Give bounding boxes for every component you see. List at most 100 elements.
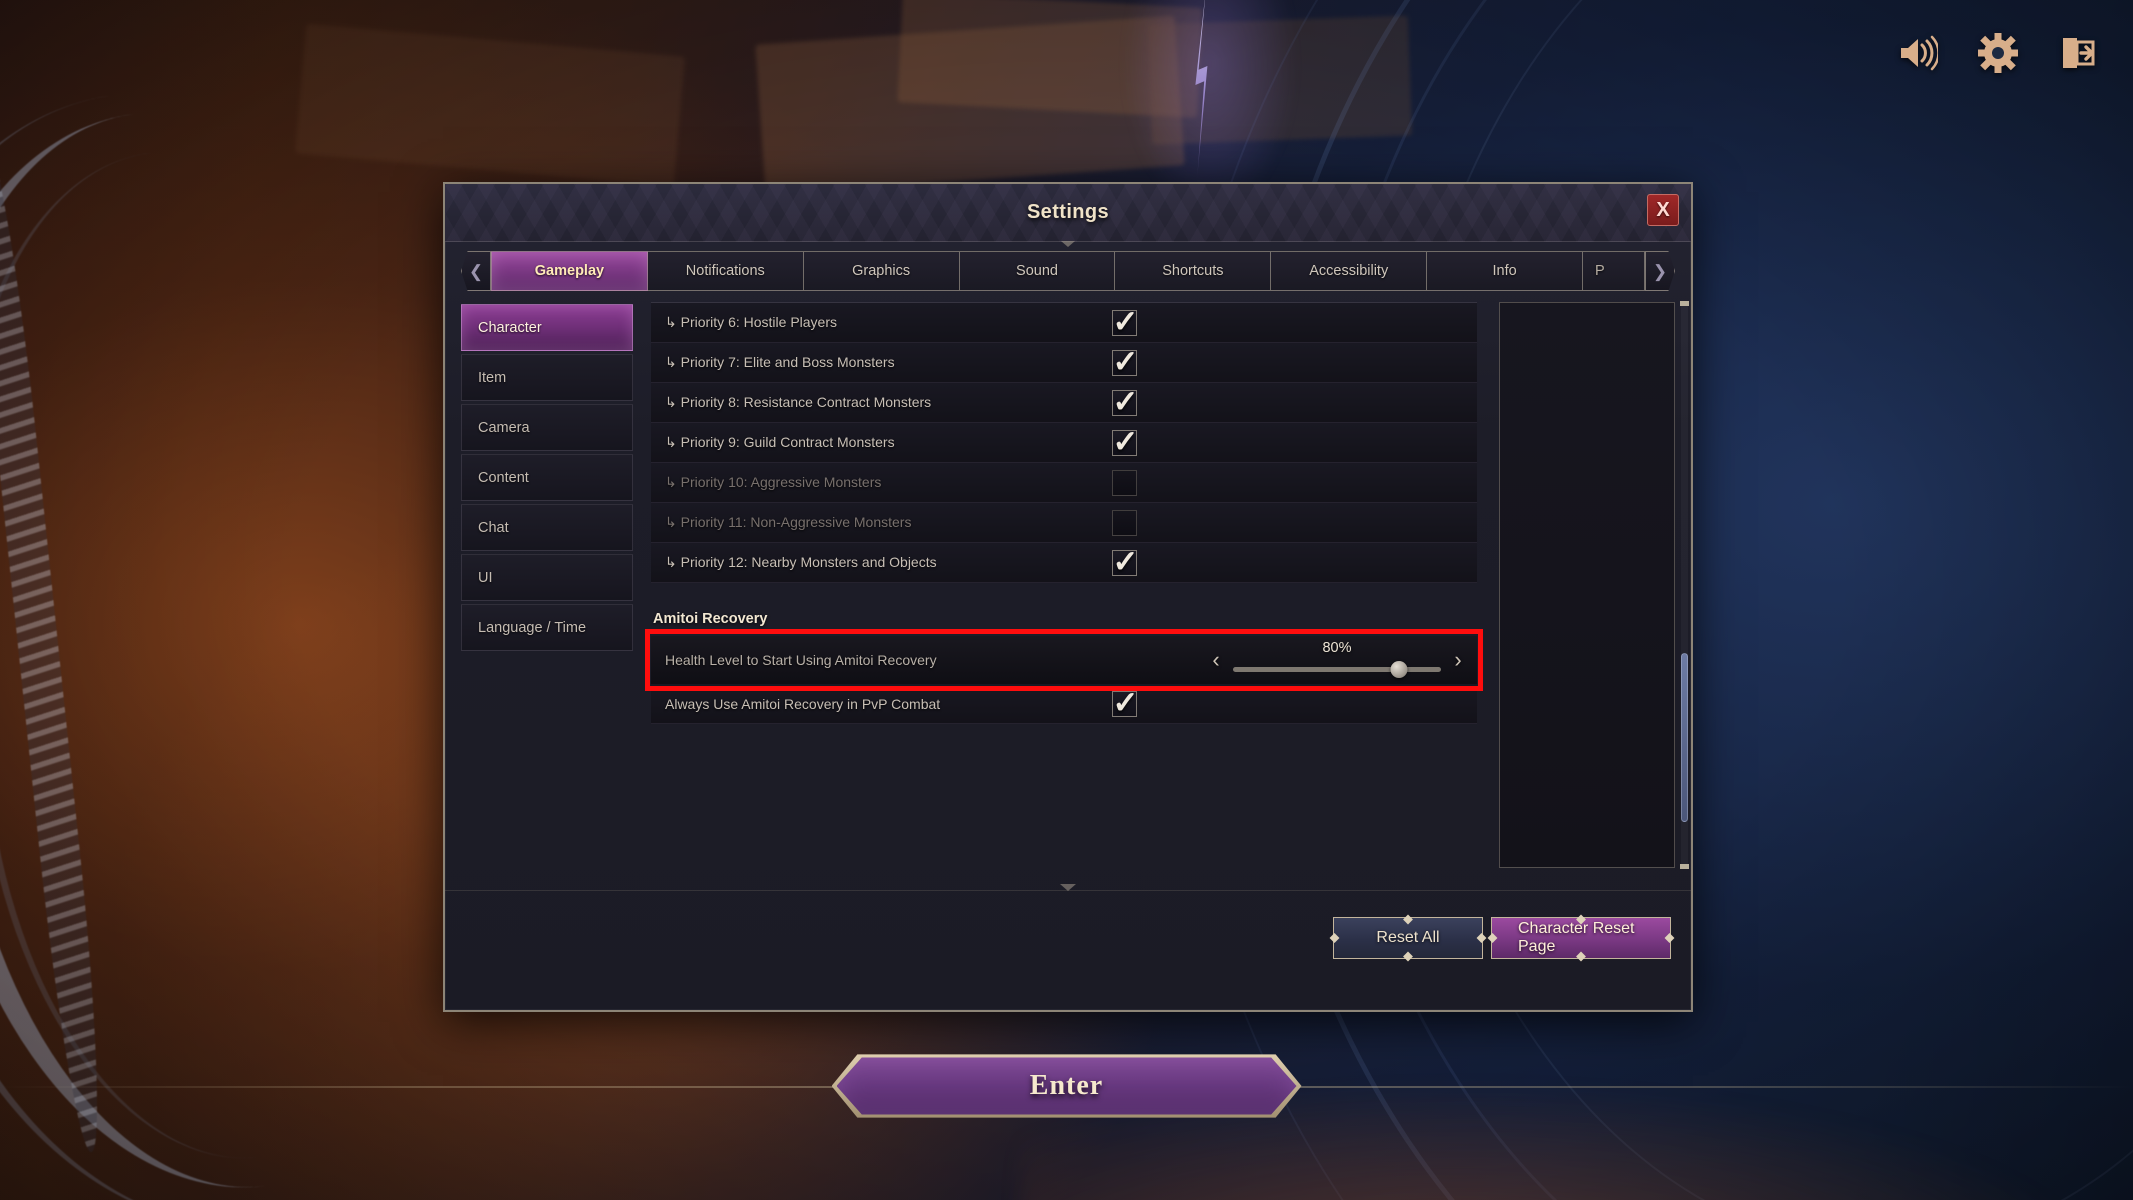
sidebar-item-label: UI: [478, 569, 493, 586]
sidebar-item-label: Content: [478, 469, 529, 486]
amitoi-health-value: 80%: [1322, 640, 1352, 656]
sidebar-item-item[interactable]: Item: [461, 354, 633, 401]
reset-all-label: Reset All: [1376, 928, 1440, 946]
tab-sound[interactable]: Sound: [959, 251, 1116, 291]
option-checkbox[interactable]: ✓: [1112, 424, 1138, 458]
tab-notifications[interactable]: Notifications: [647, 251, 804, 291]
tab-label: P: [1595, 263, 1605, 279]
character-reset-page-button[interactable]: Character Reset Page: [1487, 914, 1675, 961]
amitoi-section-title: Amitoi Recovery: [653, 611, 768, 627]
dialog-body: Character Item Camera Content Chat UI Language…: [445, 294, 1691, 869]
slider-track[interactable]: [1233, 667, 1441, 672]
option-label: ↳ Priority 7: Elite and Boss Monsters: [665, 354, 895, 370]
amitoi-health-slider[interactable]: 80%: [1233, 640, 1441, 679]
option-checkbox[interactable]: [1112, 509, 1137, 536]
amitoi-health-slider-row: Health Level to Start Using Amitoi Recov…: [651, 636, 1477, 684]
option-checkbox[interactable]: ✓: [1112, 544, 1138, 578]
tab-label: Graphics: [852, 263, 911, 279]
checkmark-icon: ✓: [1112, 303, 1139, 339]
exit-game-icon[interactable]: [2055, 30, 2101, 76]
tab-label: Gameplay: [534, 263, 605, 279]
sidebar-item-ui[interactable]: UI: [461, 554, 633, 601]
close-icon[interactable]: X: [1647, 194, 1679, 226]
chevron-left-icon: ❮: [468, 261, 484, 281]
sidebar-item-label: Chat: [478, 519, 509, 536]
sidebar-item-camera[interactable]: Camera: [461, 404, 633, 451]
table-row: ↳ Priority 12: Nearby Monsters and Objec…: [651, 543, 1477, 583]
description-panel: [1499, 301, 1689, 869]
option-label: ↳ Priority 9: Guild Contract Monsters: [665, 434, 895, 450]
amitoi-pvp-checkbox[interactable]: ✓: [1112, 685, 1138, 719]
table-row: ↳ Priority 8: Resistance Contract Monste…: [651, 383, 1477, 423]
tab-bar: ❮ Gameplay Notifications Graphics Sound Shor…: [445, 242, 1691, 294]
option-label: ↳ Priority 8: Resistance Contract Monste…: [665, 394, 932, 410]
content-scrollbar[interactable]: [1680, 301, 1689, 869]
tab-gameplay[interactable]: Gameplay: [491, 251, 648, 291]
option-checkbox[interactable]: ✓: [1112, 344, 1138, 378]
amitoi-health-slider-label: Health Level to Start Using Amitoi Recov…: [665, 652, 937, 668]
tab-label: Shortcuts: [1162, 263, 1224, 279]
increase-button[interactable]: ›: [1445, 643, 1471, 677]
system-icon-bar: [1895, 30, 2101, 76]
tab-list: Gameplay Notifications Graphics Sound Shortc…: [491, 251, 1645, 291]
decrease-button[interactable]: ‹: [1203, 643, 1229, 677]
checkmark-icon: ✓: [1112, 343, 1139, 379]
dialog-title-bar: Settings X: [445, 184, 1691, 247]
table-row: ↳ Priority 11: Non-Aggressive Monsters: [651, 503, 1477, 543]
option-checkbox[interactable]: ✓: [1112, 304, 1138, 338]
tab-scroll-right-button[interactable]: ❯: [1645, 251, 1675, 291]
dialog-footer: Reset All Character Reset Page: [445, 884, 1691, 1010]
tab-label: Sound: [1016, 263, 1058, 279]
option-checkbox[interactable]: [1112, 469, 1137, 496]
scrollbar-thumb[interactable]: [1681, 652, 1688, 822]
amitoi-pvp-row: Always Use Amitoi Recovery in PvP Combat…: [651, 684, 1477, 724]
dialog-title: Settings: [1026, 201, 1110, 223]
enter-button[interactable]: Enter: [831, 1050, 1302, 1122]
tab-label: Accessibility: [1309, 263, 1389, 279]
slider-knob[interactable]: [1390, 661, 1408, 678]
amitoi-health-slider-group: Health Level to Start Using Amitoi Recov…: [645, 629, 1483, 691]
tab-p[interactable]: P: [1583, 251, 1645, 291]
reset-all-button[interactable]: Reset All: [1329, 914, 1487, 961]
option-label: ↳ Priority 10: Aggressive Monsters: [665, 474, 882, 490]
settings-content: ↳ Priority 6: Hostile Players ✓ ↳ Priority…: [633, 302, 1489, 868]
table-row: ↳ Priority 10: Aggressive Monsters: [651, 463, 1477, 503]
tab-accessibility[interactable]: Accessibility: [1271, 251, 1428, 291]
volume-icon[interactable]: [1895, 30, 1941, 76]
sidebar-item-language-time[interactable]: Language / Time: [461, 604, 633, 651]
table-row: ↳ Priority 7: Elite and Boss Monsters ✓: [651, 343, 1477, 383]
option-label: ↳ Priority 11: Non-Aggressive Monsters: [665, 514, 912, 530]
table-row: ↳ Priority 6: Hostile Players ✓: [651, 303, 1477, 343]
option-label: ↳ Priority 12: Nearby Monsters and Objec…: [665, 554, 937, 570]
tab-info[interactable]: Info: [1427, 251, 1584, 291]
tab-graphics[interactable]: Graphics: [803, 251, 960, 291]
amitoi-health-stepper: ‹ 80% ›: [1203, 640, 1477, 679]
checkmark-icon: ✓: [1112, 423, 1139, 459]
tab-shortcuts[interactable]: Shortcuts: [1115, 251, 1272, 291]
sidebar-item-chat[interactable]: Chat: [461, 504, 633, 551]
settings-sidebar: Character Item Camera Content Chat UI Language…: [461, 302, 633, 868]
enter-button-label: Enter: [1029, 1070, 1104, 1101]
scrollbar-cap-top: [1680, 301, 1689, 306]
settings-dialog: Settings X ❮ Gameplay Notifications Graphi…: [443, 182, 1693, 1012]
table-row: ↳ Priority 9: Guild Contract Monsters ✓: [651, 423, 1477, 463]
sidebar-item-label: Item: [478, 369, 507, 386]
tab-scroll-left-button[interactable]: ❮: [461, 251, 491, 291]
tab-label: Info: [1492, 263, 1517, 279]
checkmark-icon: ✓: [1112, 543, 1139, 579]
priority-option-list: ↳ Priority 6: Hostile Players ✓ ↳ Priority…: [651, 302, 1477, 583]
checkmark-icon: ✓: [1112, 383, 1139, 419]
option-checkbox[interactable]: ✓: [1112, 384, 1138, 418]
sidebar-item-label: Character: [478, 319, 542, 336]
sidebar-item-character[interactable]: Character: [461, 304, 633, 351]
sidebar-item-label: Camera: [478, 419, 530, 436]
footer-divider-arrow: [1060, 884, 1076, 891]
sidebar-item-content[interactable]: Content: [461, 454, 633, 501]
sidebar-item-label: Language / Time: [478, 619, 587, 636]
character-reset-page-label: Character Reset Page: [1518, 919, 1635, 955]
scrollbar-cap-bottom: [1680, 864, 1689, 869]
checkmark-icon: ✓: [1112, 684, 1139, 720]
tab-label: Notifications: [685, 263, 765, 279]
settings-gear-icon[interactable]: [1975, 30, 2021, 76]
chevron-right-icon: ❯: [1652, 261, 1668, 281]
